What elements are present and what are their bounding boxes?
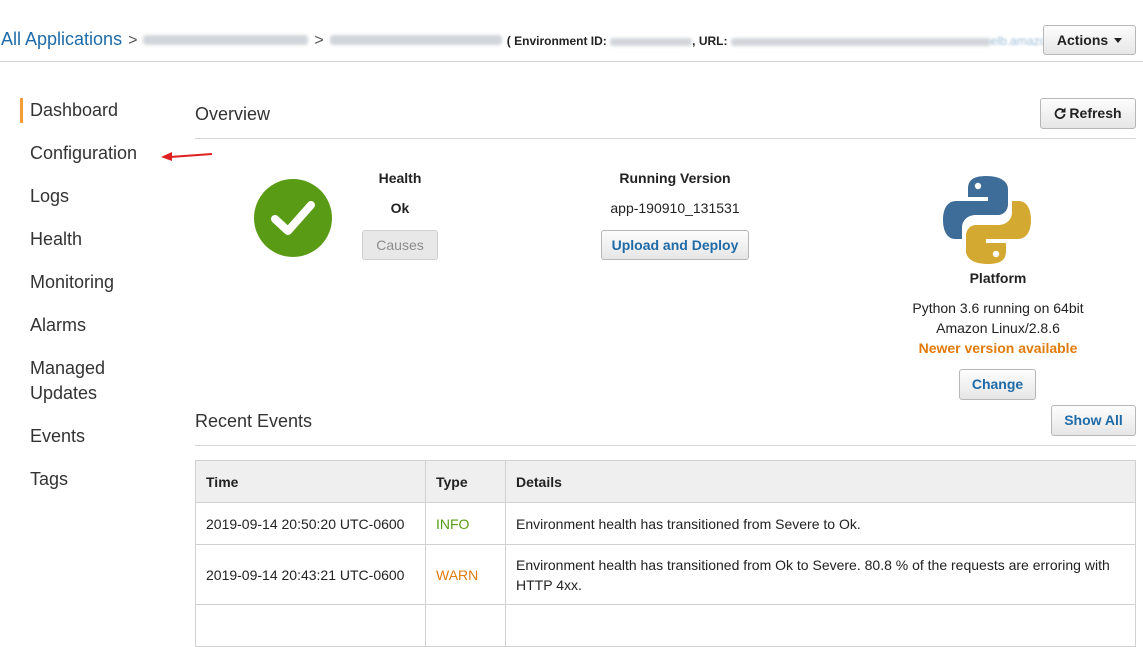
- sidebar-item-label: Dashboard: [30, 100, 119, 120]
- platform-description-line2: Amazon Linux/2.8.6: [936, 320, 1060, 336]
- redacted-env-id: [610, 37, 693, 46]
- platform-label: Platform: [969, 270, 1027, 286]
- refresh-button[interactable]: Refresh: [1040, 98, 1136, 129]
- event-time: 2019-09-14 20:50:20 UTC-0600: [195, 502, 426, 545]
- event-type: INFO: [425, 502, 506, 545]
- health-ok-check-icon: [254, 179, 332, 257]
- actions-label: Actions: [1056, 32, 1109, 48]
- sidebar-item-configuration[interactable]: Configuration: [20, 141, 180, 166]
- sidebar-item-label: Health: [30, 229, 83, 249]
- python-logo-icon: [943, 176, 1031, 264]
- sidebar-item-monitoring[interactable]: Monitoring: [20, 270, 180, 295]
- show-all-events-button[interactable]: Show All: [1051, 405, 1136, 436]
- health-value: Ok: [390, 200, 410, 216]
- change-platform-button[interactable]: Change: [959, 369, 1036, 400]
- sidebar-item-label: Alarms: [30, 315, 87, 335]
- running-version-value: app-190910_131531: [610, 200, 740, 216]
- table-header-row: Time Type Details: [195, 460, 1136, 503]
- platform-description-line1: Python 3.6 running on 64bit: [912, 300, 1084, 316]
- chevron-right-icon: >: [314, 32, 324, 49]
- annotation-arrow-icon: [161, 152, 213, 161]
- causes-button[interactable]: Causes: [362, 230, 438, 260]
- event-time-empty: [195, 604, 426, 647]
- actions-button[interactable]: Actions: [1043, 25, 1136, 55]
- sidebar-item-events[interactable]: Events: [20, 424, 180, 449]
- table-row: 2019-09-14 20:43:21 UTC-0600 WARN Enviro…: [195, 544, 1136, 605]
- sidebar-item-label: Configuration: [30, 143, 138, 163]
- table-row: [195, 604, 1136, 647]
- sidebar-item-label: Events: [30, 426, 86, 446]
- refresh-label: Refresh: [1069, 105, 1122, 121]
- environment-info: ( Environment ID: , URL: elb.amazonaws.c…: [507, 34, 1108, 48]
- sidebar-item-label: Logs: [30, 186, 70, 206]
- chevron-right-icon: >: [128, 32, 138, 49]
- column-header-details: Details: [505, 460, 1136, 503]
- redacted-environment-name: [329, 35, 502, 46]
- event-type: WARN: [425, 544, 506, 605]
- refresh-icon: [1055, 107, 1066, 119]
- table-row: 2019-09-14 20:50:20 UTC-0600 INFO Enviro…: [195, 502, 1136, 545]
- checkmark-icon: [271, 201, 315, 235]
- sidebar-item-label: Monitoring: [30, 272, 115, 292]
- sidebar-item-label: Managed Updates: [30, 358, 106, 403]
- recent-events-divider: [195, 445, 1136, 446]
- sidebar-item-alarms[interactable]: Alarms: [20, 313, 180, 338]
- breadcrumb-all-applications[interactable]: All Applications: [1, 29, 122, 49]
- event-time: 2019-09-14 20:43:21 UTC-0600: [195, 544, 426, 605]
- upload-and-deploy-button[interactable]: Upload and Deploy: [601, 230, 749, 260]
- event-details-empty: [505, 604, 1136, 647]
- sidebar-item-dashboard[interactable]: Dashboard: [20, 98, 180, 123]
- event-type-empty: [425, 604, 506, 647]
- event-details: Environment health has transitioned from…: [505, 502, 1136, 545]
- sidebar-item-managed-updates[interactable]: Managed Updates: [20, 356, 120, 406]
- caret-down-icon: [1114, 38, 1123, 43]
- newer-version-notice: Newer version available: [918, 340, 1078, 356]
- overview-title: Overview: [195, 104, 271, 124]
- sidebar-item-tags[interactable]: Tags: [20, 467, 180, 492]
- env-id-label: Environment ID:: [514, 34, 607, 48]
- events-table: Time Type Details 2019-09-14 20:50:20 UT…: [195, 460, 1136, 647]
- sidebar-nav: Dashboard Configuration Logs Health Moni…: [20, 98, 180, 492]
- column-header-type: Type: [425, 460, 506, 503]
- redacted-application-name[interactable]: [143, 35, 309, 46]
- top-bar: All Applications > > ( Environment ID: , U…: [0, 0, 1143, 62]
- redacted-url: [730, 37, 991, 46]
- health-label: Health: [378, 170, 422, 186]
- sidebar-item-health[interactable]: Health: [20, 227, 180, 252]
- recent-events-title: Recent Events: [195, 411, 313, 431]
- overview-divider: [195, 138, 1136, 139]
- sidebar-item-label: Tags: [30, 469, 69, 489]
- column-header-time: Time: [195, 460, 426, 503]
- event-details: Environment health has transitioned from…: [505, 544, 1136, 605]
- url-label: URL:: [698, 34, 728, 48]
- running-version-label: Running Version: [619, 170, 731, 186]
- sidebar-item-logs[interactable]: Logs: [20, 184, 180, 209]
- breadcrumb: All Applications > > ( Environment ID: , U…: [1, 29, 1108, 50]
